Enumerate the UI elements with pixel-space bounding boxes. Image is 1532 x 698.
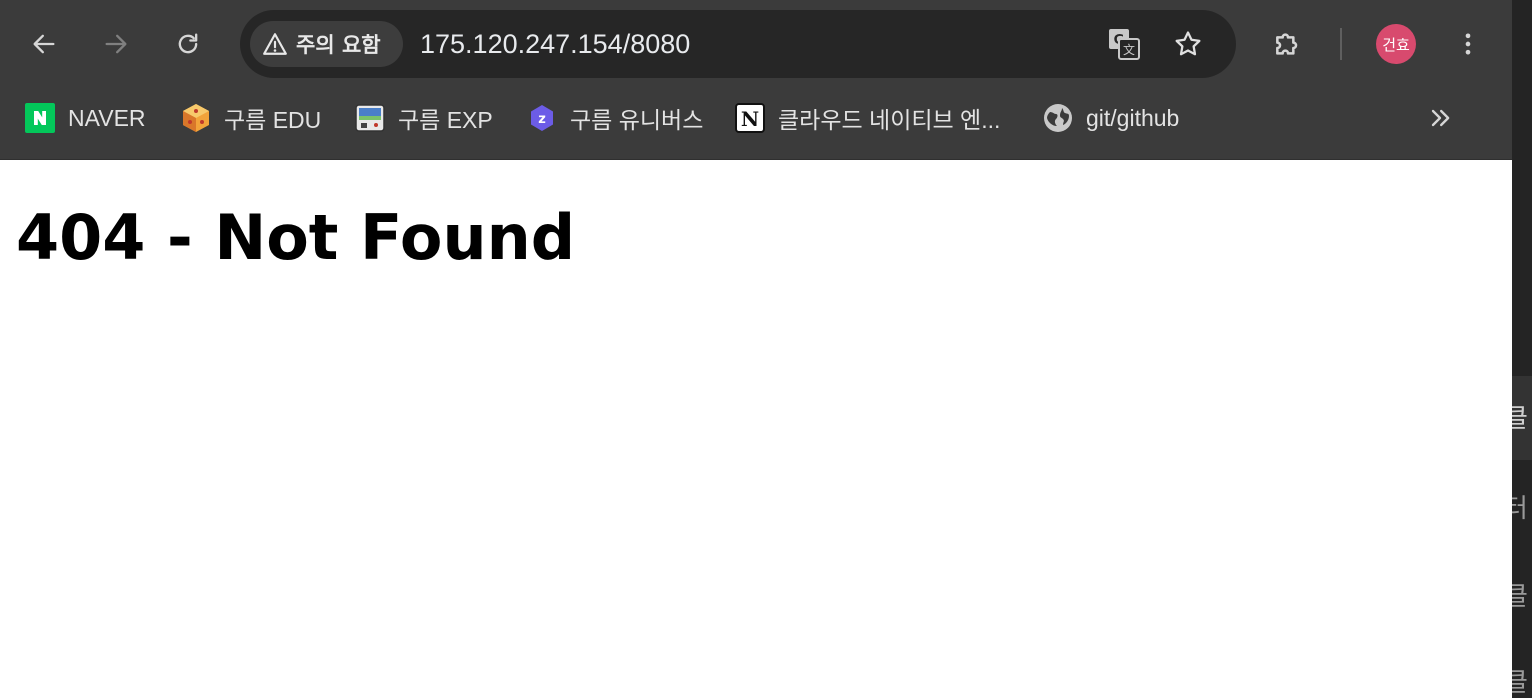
goorm-universe-icon: z <box>526 102 558 134</box>
arrow-right-icon <box>105 34 127 54</box>
security-chip[interactable]: 주의 요함 <box>250 21 403 67</box>
bookmark-label: 클라우드 네이티브 엔... <box>778 107 1001 133</box>
bookmark-goorm-universe[interactable]: z 구름 유니버스 <box>526 100 703 136</box>
svg-text:z: z <box>538 112 546 127</box>
arrow-left-icon <box>33 34 55 54</box>
naver-icon <box>24 102 56 134</box>
background-text: 클 <box>1512 404 1528 434</box>
globe-icon <box>1042 102 1074 134</box>
reload-button[interactable] <box>168 24 208 64</box>
extensions-button[interactable] <box>1268 24 1308 64</box>
security-label: 주의 요함 <box>296 33 381 57</box>
address-bar[interactable]: 주의 요함 175.120.247.154/8080 G 文 <box>240 10 1236 78</box>
bookmark-goorm-edu[interactable]: 구름 EDU <box>180 100 321 136</box>
toolbar-divider <box>1340 28 1342 60</box>
back-button[interactable] <box>24 24 64 64</box>
menu-button[interactable] <box>1448 24 1488 64</box>
bookmark-label: 구름 EXP <box>398 107 493 133</box>
warning-triangle-icon <box>263 33 287 55</box>
browser-toolbar: 주의 요함 175.120.247.154/8080 G 文 <box>0 0 1512 88</box>
bookmark-label: 구름 EDU <box>224 107 322 133</box>
svg-text:文: 文 <box>1123 42 1135 57</box>
puzzle-icon <box>1276 33 1298 55</box>
bookmark-label: NAVER <box>68 104 146 131</box>
page-heading: 404 - Not Found <box>16 201 576 274</box>
bookmarks-overflow-button[interactable] <box>1420 98 1460 138</box>
reload-icon <box>178 33 198 54</box>
translate-icon: G 文 <box>1109 29 1140 60</box>
bookmark-notion[interactable]: N 클라우드 네이티브 엔... <box>734 100 1000 136</box>
star-icon <box>1175 31 1201 56</box>
bookmark-naver[interactable]: NAVER <box>24 100 146 136</box>
double-chevron-right-icon <box>1431 109 1450 127</box>
goorm-exp-icon <box>354 102 386 134</box>
translate-button[interactable]: G 文 <box>1104 24 1144 64</box>
bookmark-label: git/github <box>1086 104 1180 131</box>
bookmark-star-button[interactable] <box>1168 24 1208 64</box>
bookmark-git-github[interactable]: git/github <box>1042 100 1179 136</box>
bookmark-label: 구름 유니버스 <box>570 107 704 133</box>
url-text[interactable]: 175.120.247.154/8080 <box>420 10 690 78</box>
background-window-edge: 클 터 클 클 <box>1512 0 1532 698</box>
browser-window: 주의 요함 175.120.247.154/8080 G 文 <box>0 0 1512 698</box>
background-text: 터 <box>1512 494 1528 524</box>
background-text: 클 <box>1512 582 1528 612</box>
vertical-dots-icon <box>1465 33 1471 55</box>
forward-button[interactable] <box>96 24 136 64</box>
background-text: 클 <box>1512 668 1528 698</box>
notion-icon: N <box>734 102 766 134</box>
profile-avatar[interactable]: 건효 <box>1376 24 1416 64</box>
svg-text:N: N <box>741 107 759 131</box>
goorm-edu-icon <box>180 102 212 134</box>
bookmark-goorm-exp[interactable]: 구름 EXP <box>354 100 493 136</box>
